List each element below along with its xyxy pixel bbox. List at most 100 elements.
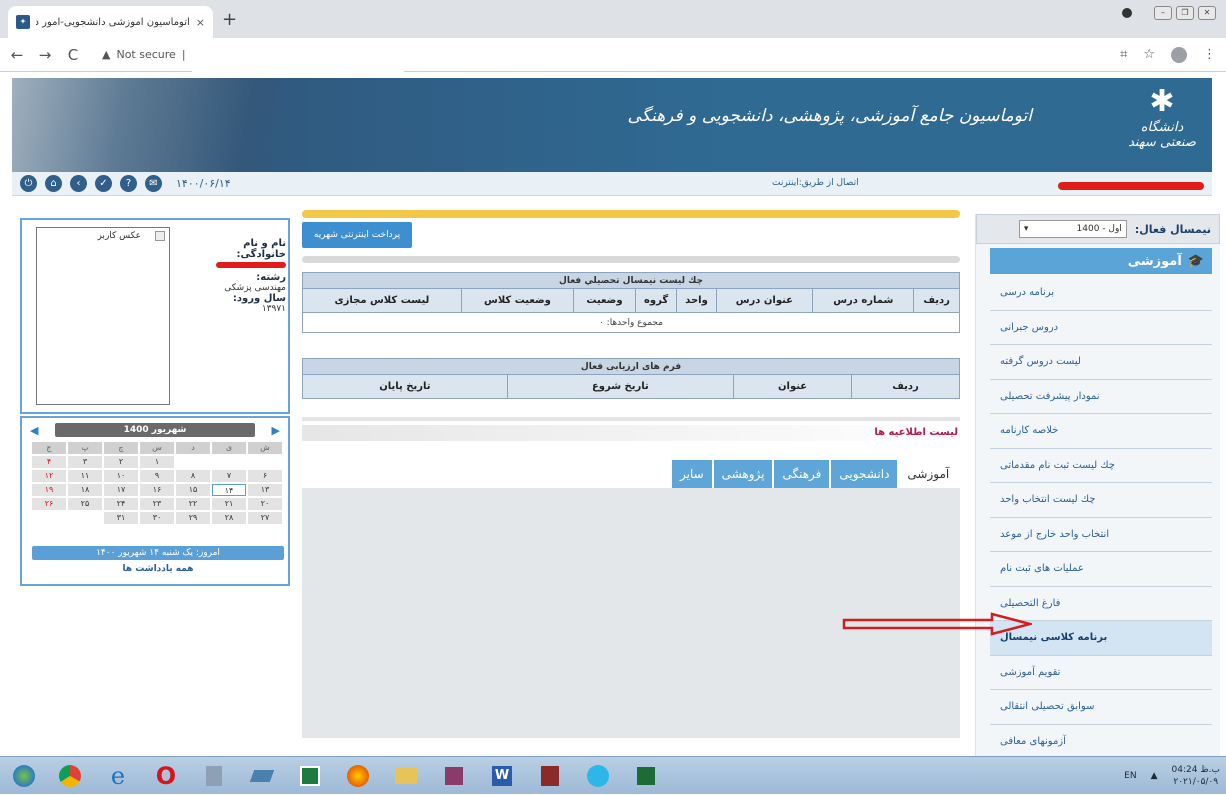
language-indicator[interactable]: EN <box>1124 771 1136 781</box>
info-bar: ⏻ ⌂ ‹ ✓ ? ✉ ۱۴۰۰/۰۶/۱۴ اتصال از طریق:این… <box>12 172 1212 196</box>
next-month-icon[interactable]: ▶ <box>272 424 280 437</box>
bookmark-star-icon[interactable]: ☆ <box>1143 47 1155 62</box>
calendar-day[interactable]: ۱۹ <box>32 484 66 496</box>
firefox-icon[interactable] <box>340 761 376 791</box>
chrome-icon[interactable] <box>52 761 88 791</box>
url-field[interactable]: ▲ Not secure | <box>94 40 414 79</box>
calendar-day[interactable]: ۶ <box>248 470 282 482</box>
prev-month-icon[interactable]: ◀ <box>30 424 38 437</box>
winrar-cube-icon[interactable] <box>436 761 472 791</box>
news-tab[interactable]: آموزشی <box>899 460 958 488</box>
windows-taskbar: e O W EN ▲ 04:24 ب.ظ ۲۰۲۱/۰۵/۰۹ <box>0 756 1226 794</box>
news-tab[interactable]: سایر <box>672 460 712 488</box>
sidebar-item[interactable]: نمودار پیشرفت تحصیلی <box>990 380 1212 414</box>
help-icon[interactable]: ? <box>120 175 137 192</box>
pay-tuition-button[interactable]: پرداخت اینترنتی شهریه <box>302 222 412 248</box>
profile-dot-icon[interactable] <box>1122 8 1132 18</box>
calendar-day[interactable]: ۳۰ <box>140 512 174 524</box>
power-icon[interactable]: ⏻ <box>20 175 37 192</box>
new-tab-button[interactable]: + <box>222 9 237 30</box>
calendar-day[interactable]: ۱۲ <box>32 470 66 482</box>
news-tab[interactable]: فرهنگی <box>774 460 830 488</box>
sidebar-item[interactable]: انتخاب واحد خارج از موعد <box>990 518 1212 552</box>
not-secure-label: Not secure <box>116 48 176 61</box>
calendar-day[interactable]: ۴ <box>32 456 66 468</box>
excel-icon[interactable] <box>292 761 328 791</box>
tray-arrow-icon[interactable]: ▲ <box>1151 771 1158 781</box>
start-button[interactable] <box>6 761 42 791</box>
major-value: مهندسی پزشکی <box>224 283 286 293</box>
tab-close-icon[interactable]: × <box>196 16 205 29</box>
calendar-day[interactable]: ۳۱ <box>104 512 138 524</box>
calendar-day[interactable]: ۱ <box>140 456 174 468</box>
eraser-app-icon[interactable] <box>244 761 280 791</box>
calendar-day[interactable]: ۱۱ <box>68 470 102 482</box>
calculator-icon[interactable] <box>196 761 232 791</box>
sidebar-item[interactable]: تقویم آموزشی <box>990 656 1212 690</box>
calendar-day[interactable]: ۸ <box>176 470 210 482</box>
minimize-button[interactable]: – <box>1154 6 1172 20</box>
mail-icon[interactable]: ✉ <box>145 175 162 192</box>
all-notes-link[interactable]: همه یادداشت ها <box>32 564 284 574</box>
checklist-caption: چك ليست نيمسال تحصيلي فعال <box>302 272 960 289</box>
home-icon[interactable]: ⌂ <box>45 175 62 192</box>
browser-tab[interactable]: ✦ اتوماسیون آموزشی دانشجویی-امور دانشجو … <box>8 6 213 38</box>
calendar-weekday: ج <box>32 442 66 454</box>
clock[interactable]: 04:24 ب.ظ ۲۰۲۱/۰۵/۰۹ <box>1172 764 1220 788</box>
account-avatar-icon[interactable] <box>1171 46 1187 63</box>
calendar-day[interactable]: ۷ <box>212 470 246 482</box>
skype-icon[interactable] <box>580 761 616 791</box>
calendar-day[interactable]: ۲۸ <box>212 512 246 524</box>
sidebar-section-education[interactable]: آموزشی 🎓 <box>990 248 1212 274</box>
news-tab[interactable]: دانشجویی <box>831 460 898 488</box>
semester-select[interactable]: اول - 1400 ▾ <box>1018 220 1127 238</box>
file-explorer-icon[interactable] <box>388 761 424 791</box>
sidebar-item[interactable]: دروس جبرانی <box>990 311 1212 345</box>
calendar-day[interactable]: ۲۴ <box>104 498 138 510</box>
calendar-day[interactable]: ۱۵ <box>176 484 210 496</box>
calendar-day[interactable]: ۱۷ <box>104 484 138 496</box>
restore-button[interactable]: ❐ <box>1176 6 1194 20</box>
calendar-today[interactable]: امروز: یک شنبه ۱۴ شهریور ۱۴۰۰ <box>32 546 284 560</box>
sidebar-item[interactable]: چك ليست انتخاب واحد <box>990 483 1212 518</box>
ie-icon[interactable]: e <box>100 761 136 791</box>
close-window-button[interactable]: ✕ <box>1198 6 1216 20</box>
sidebar-item[interactable]: سوابق تحصیلی انتقالی <box>990 690 1212 725</box>
calendar-weekday: ش <box>248 442 282 454</box>
back-circle-icon[interactable]: ‹ <box>70 175 87 192</box>
calendar-day[interactable]: ۱۶ <box>140 484 174 496</box>
menu-kebab-icon[interactable]: ⋮ <box>1203 47 1216 62</box>
calendar-day[interactable]: ۳ <box>68 456 102 468</box>
sidebar-item[interactable]: چك ليست ثبت نام مقدماتی <box>990 449 1212 483</box>
calendar-day[interactable]: ۲۱ <box>212 498 246 510</box>
sidebar-item[interactable]: لیست دروس گرفته <box>990 345 1212 380</box>
calendar-day[interactable]: ۱۸ <box>68 484 102 496</box>
calendar-day[interactable]: ۲۶ <box>32 498 66 510</box>
sidebar-item[interactable]: آزمونهای معافی <box>990 725 1212 759</box>
excel-file-icon[interactable] <box>628 761 664 791</box>
opera-icon[interactable]: O <box>148 761 184 791</box>
sidebar-item[interactable]: عملیات های ثبت نام <box>990 552 1212 587</box>
calendar-day[interactable]: ۲۷ <box>248 512 282 524</box>
calendar-day[interactable]: ۲ <box>104 456 138 468</box>
calendar-day[interactable]: ۲۳ <box>140 498 174 510</box>
reload-icon[interactable]: C <box>66 46 80 64</box>
calendar-day[interactable]: ۱۴ <box>212 484 246 496</box>
news-tab[interactable]: پژوهشی <box>713 460 773 488</box>
calendar-day[interactable]: ۲۰ <box>248 498 282 510</box>
sidebar-item[interactable]: خلاصه کارنامه <box>990 414 1212 449</box>
winrar-icon[interactable] <box>532 761 568 791</box>
translate-icon[interactable]: ⌗ <box>1120 47 1127 62</box>
calendar-day[interactable]: ۱۳ <box>248 484 282 496</box>
calendar-day[interactable]: ۲۵ <box>68 498 102 510</box>
calendar-day[interactable]: ۲۲ <box>176 498 210 510</box>
sidebar-item[interactable]: برنامه درسی <box>990 276 1212 311</box>
separator <box>302 417 960 421</box>
word-icon[interactable]: W <box>484 761 520 791</box>
calendar-day[interactable]: ۱۰ <box>104 470 138 482</box>
check-circle-icon[interactable]: ✓ <box>95 175 112 192</box>
back-icon[interactable]: ← <box>10 46 24 64</box>
calendar-day[interactable]: ۲۹ <box>176 512 210 524</box>
calendar-day[interactable]: ۹ <box>140 470 174 482</box>
forward-icon[interactable]: → <box>38 46 52 64</box>
